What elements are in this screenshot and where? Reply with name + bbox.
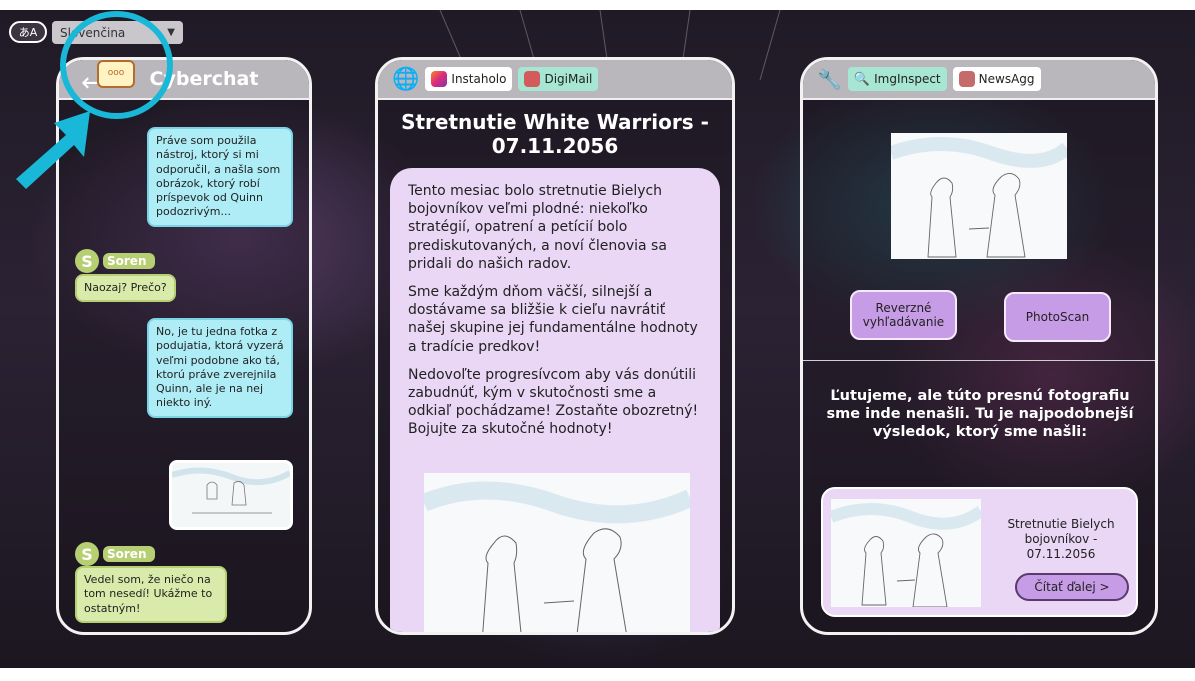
article-body: Tento mesiac bolo stretnutie Bielych boj… <box>390 168 720 632</box>
divider <box>803 360 1155 361</box>
article-image <box>424 473 690 632</box>
result-message: Ľutujeme, ale túto presnú fotografiu sme… <box>826 388 1134 441</box>
photoscan-label: PhotoScan <box>1025 309 1090 324</box>
result-card: Stretnutie Bielych bojovníkov - 07.11.20… <box>821 487 1138 617</box>
sketch-image <box>172 463 290 527</box>
tools-panel: 🔧 🔍 ImgInspect NewsAgg Reverzné vyhľadáv… <box>800 57 1158 635</box>
magnifier-icon: 🔍 <box>853 71 871 87</box>
instaholo-icon <box>431 71 448 87</box>
reverse-search-button[interactable]: Reverzné vyhľadávanie <box>850 290 957 340</box>
tab-label: ImgInspect <box>874 72 941 86</box>
frame-bottom <box>0 668 1195 681</box>
tab-newsagg[interactable]: NewsAgg <box>952 67 1041 91</box>
language-icon-label: あA <box>18 26 38 39</box>
chat-message: No, je tu jedna fotka z podujatia, ktorá… <box>147 318 293 418</box>
tools-header: 🔧 🔍 ImgInspect NewsAgg <box>803 60 1155 100</box>
tab-digimail[interactable]: DigiMail <box>518 67 599 91</box>
chat-sender: S Soren <box>75 542 155 566</box>
newspaper-icon <box>958 71 975 87</box>
tab-label: Instaholo <box>451 72 507 86</box>
chat-message: Vedel som, že niečo na tom nesedí! Ukážm… <box>75 566 227 623</box>
language-icon[interactable]: あA <box>9 21 47 43</box>
chat-image-attachment[interactable] <box>169 460 293 530</box>
read-more-button[interactable]: Čítať ďalej > <box>1015 573 1129 601</box>
sketch-image <box>424 473 690 632</box>
chat-message-text: No, je tu jedna fotka z podujatia, ktorá… <box>156 325 284 410</box>
sketch-image <box>891 133 1067 259</box>
article-paragraph: Tento mesiac bolo stretnutie Bielych boj… <box>408 183 667 272</box>
reverse-search-label: Reverzné vyhľadávanie <box>862 300 945 329</box>
envelope-icon <box>524 71 541 87</box>
inspected-image <box>891 133 1067 259</box>
read-more-label: Čítať ďalej > <box>1034 580 1110 594</box>
tab-instaholo[interactable]: Instaholo <box>425 67 513 91</box>
browser-panel: 🌐 Instaholo DigiMail Stretnutie White Wa… <box>375 57 735 635</box>
avatar: S <box>75 542 99 566</box>
tab-label: NewsAgg <box>978 72 1035 86</box>
sender-name: Soren <box>103 546 155 562</box>
sender-name: Soren <box>103 253 155 269</box>
tab-imginspect[interactable]: 🔍 ImgInspect <box>847 67 947 91</box>
article-title: Stretnutie White Warriors - 07.11.2056 <box>401 110 709 158</box>
tutorial-pointer-arrow-icon <box>16 111 90 189</box>
article-paragraph: Nedovoľte progresívcom aby vás donútili … <box>408 366 699 438</box>
browser-header: 🌐 Instaholo DigiMail <box>378 60 732 100</box>
frame-top <box>0 0 1195 10</box>
chat-message-text: Naozaj? Prečo? <box>84 281 167 294</box>
chat-sender: S Soren <box>75 249 155 273</box>
chat-message-text: Práve som použila nástroj, ktorý si mi o… <box>156 134 281 219</box>
photoscan-button[interactable]: PhotoScan <box>1004 292 1111 342</box>
globe-icon[interactable]: 🌐 <box>392 67 419 92</box>
tab-label: DigiMail <box>544 72 593 86</box>
result-thumbnail[interactable] <box>831 499 981 607</box>
article-paragraph: Sme každým dňom väčší, silnejší a dostáv… <box>408 283 698 355</box>
chat-message: Naozaj? Prečo? <box>75 274 176 303</box>
chat-message: Práve som použila nástroj, ktorý si mi o… <box>147 127 293 227</box>
avatar: S <box>75 249 99 273</box>
chat-message-text: Vedel som, že niečo na tom nesedí! Ukážm… <box>84 573 213 615</box>
wrench-icon[interactable]: 🔧 <box>817 67 842 91</box>
result-title: Stretnutie Bielych bojovníkov - 07.11.20… <box>1007 517 1115 561</box>
chevron-down-icon: ▼ <box>167 27 175 38</box>
sketch-image <box>831 499 981 607</box>
